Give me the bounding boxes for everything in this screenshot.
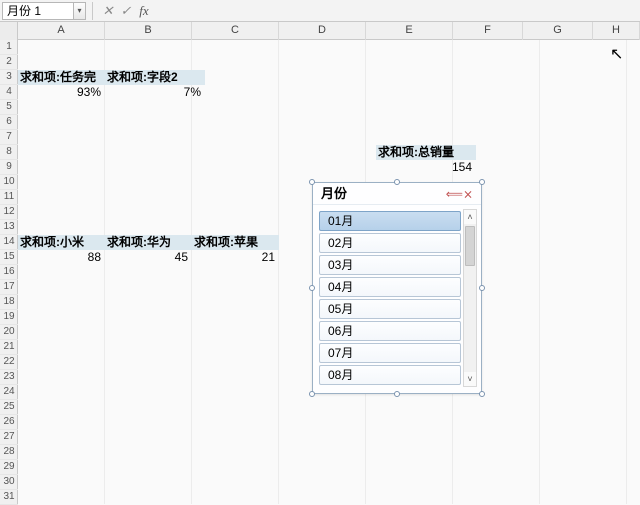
scroll-up-icon[interactable]: ˄ — [464, 210, 476, 224]
select-all-corner[interactable] — [0, 22, 18, 40]
row-header-29[interactable]: 29 — [0, 460, 18, 475]
row-header-21[interactable]: 21 — [0, 340, 18, 355]
pivot1-value-1: 93% — [18, 85, 105, 100]
col-header-A[interactable]: A — [18, 22, 105, 40]
row-header-6[interactable]: 6 — [0, 115, 18, 130]
row-header-22[interactable]: 22 — [0, 355, 18, 370]
row-headers: 1234567891011121314151617181920212223242… — [0, 40, 18, 505]
slicer-title-bar: 月份 ⟸⨯ — [313, 183, 481, 205]
row-header-4[interactable]: 4 — [0, 85, 18, 100]
pivot3-value-1: 88 — [18, 250, 105, 265]
row-header-13[interactable]: 13 — [0, 220, 18, 235]
pivot3-header-3: 求和项:苹果 — [192, 235, 279, 250]
slicer-item[interactable]: 02月 — [319, 233, 461, 253]
col-header-E[interactable]: E — [366, 22, 453, 40]
row-header-7[interactable]: 7 — [0, 130, 18, 145]
scroll-down-icon[interactable]: ˅ — [464, 372, 476, 386]
accept-icon[interactable]: ✓ — [117, 2, 135, 20]
row-header-18[interactable]: 18 — [0, 295, 18, 310]
row-header-3[interactable]: 3 — [0, 70, 18, 85]
slicer-item[interactable]: 07月 — [319, 343, 461, 363]
slicer-month[interactable]: 月份 ⟸⨯ 01月02月03月04月05月06月07月08月 ˄ ˅ — [312, 182, 482, 394]
fx-icon[interactable]: fx — [135, 2, 153, 20]
slicer-item[interactable]: 03月 — [319, 255, 461, 275]
name-box-dropdown[interactable]: ▾ — [74, 2, 86, 20]
row-header-24[interactable]: 24 — [0, 385, 18, 400]
col-header-D[interactable]: D — [279, 22, 366, 40]
pivot1-value-2: 7% — [105, 85, 205, 100]
pivot3-value-2: 45 — [105, 250, 192, 265]
row-header-20[interactable]: 20 — [0, 325, 18, 340]
col-header-H[interactable]: H — [593, 22, 640, 40]
sheet-grid[interactable]: 求和项:任务完 求和项:字段2 93% 7% 求和项:总销量 154 求和项:小… — [18, 40, 640, 504]
row-header-11[interactable]: 11 — [0, 190, 18, 205]
column-headers: ABCDEFGH — [0, 22, 640, 40]
divider — [92, 2, 93, 20]
scroll-thumb[interactable] — [465, 226, 475, 266]
row-header-28[interactable]: 28 — [0, 445, 18, 460]
row-header-25[interactable]: 25 — [0, 400, 18, 415]
name-box[interactable]: 月份 1 — [2, 2, 74, 20]
row-header-15[interactable]: 15 — [0, 250, 18, 265]
col-header-B[interactable]: B — [105, 22, 192, 40]
slicer-item[interactable]: 05月 — [319, 299, 461, 319]
row-header-23[interactable]: 23 — [0, 370, 18, 385]
pivot1-header-1: 求和项:任务完 — [18, 70, 105, 85]
row-header-10[interactable]: 10 — [0, 175, 18, 190]
row-header-16[interactable]: 16 — [0, 265, 18, 280]
formula-bar: 月份 1 ▾ ✕ ✓ fx — [0, 0, 640, 22]
pivot3-header-1: 求和项:小米 — [18, 235, 105, 250]
slicer-title-text: 月份 — [321, 183, 347, 205]
row-header-14[interactable]: 14 — [0, 235, 18, 250]
row-header-2[interactable]: 2 — [0, 55, 18, 70]
slicer-item[interactable]: 06月 — [319, 321, 461, 341]
cancel-icon[interactable]: ✕ — [99, 2, 117, 20]
col-header-F[interactable]: F — [453, 22, 523, 40]
row-header-1[interactable]: 1 — [0, 40, 18, 55]
pivot3-value-3: 21 — [192, 250, 279, 265]
slicer-scrollbar[interactable]: ˄ ˅ — [463, 209, 477, 387]
slicer-item[interactable]: 01月 — [319, 211, 461, 231]
slicer-body: 01月02月03月04月05月06月07月08月 — [319, 209, 461, 387]
row-header-17[interactable]: 17 — [0, 280, 18, 295]
pivot1-header-2: 求和项:字段2 — [105, 70, 205, 85]
slicer-item[interactable]: 08月 — [319, 365, 461, 385]
slicer-item[interactable]: 04月 — [319, 277, 461, 297]
row-header-26[interactable]: 26 — [0, 415, 18, 430]
row-header-19[interactable]: 19 — [0, 310, 18, 325]
slicer-clear-filter-icon[interactable]: ⟸⨯ — [446, 183, 473, 205]
row-header-30[interactable]: 30 — [0, 475, 18, 490]
row-header-9[interactable]: 9 — [0, 160, 18, 175]
row-header-31[interactable]: 31 — [0, 490, 18, 505]
pivot2-header: 求和项:总销量 — [376, 145, 476, 160]
formula-input[interactable] — [153, 2, 640, 20]
row-header-27[interactable]: 27 — [0, 430, 18, 445]
pivot3-header-2: 求和项:华为 — [105, 235, 192, 250]
row-header-8[interactable]: 8 — [0, 145, 18, 160]
row-header-5[interactable]: 5 — [0, 100, 18, 115]
name-box-text: 月份 1 — [7, 2, 41, 19]
pivot2-value: 154 — [376, 160, 476, 175]
col-header-G[interactable]: G — [523, 22, 593, 40]
row-header-12[interactable]: 12 — [0, 205, 18, 220]
col-header-C[interactable]: C — [192, 22, 279, 40]
